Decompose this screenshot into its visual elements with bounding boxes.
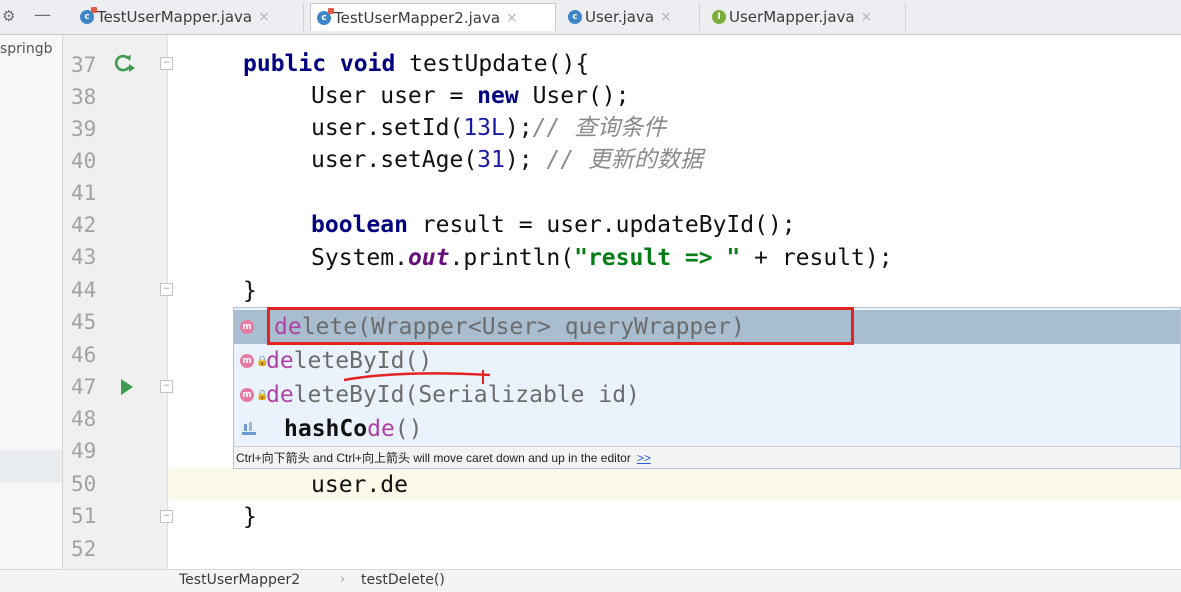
code-text: User(); (532, 83, 630, 109)
number-literal: 13L (463, 115, 505, 141)
code-line-40[interactable]: user.setAge(31); // 更新的数据 (311, 144, 703, 176)
run-icon[interactable] (119, 377, 135, 397)
line-number: 49 (71, 439, 97, 463)
tab-label: TestUserMapper.java (97, 8, 253, 26)
line-number: 51 (71, 504, 97, 528)
lock-icon: 🔒 (256, 355, 269, 367)
completion-hint: Ctrl+向下箭头 and Ctrl+向上箭头 will move caret … (234, 446, 1180, 468)
tab-test-user-mapper2[interactable]: c TestUserMapper2.java × (310, 3, 556, 31)
code-text: ); (504, 115, 533, 141)
code-text: testUpdate(){ (409, 51, 590, 77)
fold-marker-icon[interactable]: − (160, 510, 173, 523)
code-text: result = user.updateById(); (421, 212, 796, 238)
code-line-50[interactable]: user.de (311, 469, 408, 501)
gear-icon[interactable]: ⚙ (2, 7, 15, 25)
string-literal: "result => " (574, 245, 741, 271)
match-prefix: de (266, 348, 294, 374)
method-icon: m (240, 388, 254, 402)
tool-window-controls: ⚙ — (0, 0, 62, 34)
code-line-42[interactable]: boolean result = user.updateById(); (311, 209, 796, 241)
editor-gutter: 37 38 39 40 41 42 43 44 45 46 47 48 49 5… (63, 35, 168, 569)
line-number: 42 (71, 213, 97, 237)
fold-marker-icon[interactable]: − (160, 380, 173, 393)
breadcrumb-method[interactable]: testDelete() (361, 572, 445, 588)
minimize-icon[interactable]: — (34, 5, 51, 25)
class-icon: c (568, 10, 582, 24)
line-number: 52 (71, 537, 97, 561)
code-line-39[interactable]: user.setId(13L);// 查询条件 (311, 112, 666, 144)
hint-text: Ctrl+向下箭头 and Ctrl+向上箭头 will move caret … (236, 451, 631, 465)
line-number: 38 (71, 85, 97, 109)
annotation-underline (343, 370, 491, 384)
code-line-37[interactable]: public void testUpdate(){ (243, 48, 589, 80)
close-icon[interactable]: × (660, 9, 672, 25)
breadcrumb: TestUserMapper2 › testDelete() (0, 569, 1181, 592)
tab-label: User.java (585, 8, 655, 26)
match-prefix: de (367, 416, 395, 442)
tab-test-user-mapper[interactable]: c TestUserMapper.java × (74, 3, 304, 31)
close-icon[interactable]: × (506, 10, 518, 26)
chevron-right-icon: › (340, 572, 346, 587)
completion-text: hashCo (284, 416, 368, 442)
project-label[interactable]: springb (0, 41, 62, 57)
fold-marker-icon[interactable]: − (160, 57, 173, 70)
tab-label: TestUserMapper2.java (334, 8, 501, 27)
code-comment: // 查询条件 (532, 115, 667, 141)
line-number: 47 (71, 375, 97, 399)
line-number: 40 (71, 149, 97, 173)
method-icon: m (240, 320, 254, 334)
line-number: 39 (71, 117, 97, 141)
keyword: boolean (311, 212, 422, 238)
code-comment: // 更新的数据 (546, 147, 703, 173)
class-icon: c (80, 7, 97, 24)
tab-user[interactable]: c User.java × (562, 3, 700, 31)
code-text: user.setId( (311, 115, 464, 141)
close-icon[interactable]: × (258, 9, 270, 25)
code-text: .println( (449, 245, 575, 271)
project-panel: springb (0, 35, 63, 569)
code-text: + result); (740, 245, 893, 271)
annotation-highlight-box (267, 307, 854, 345)
line-number: 41 (71, 181, 97, 205)
tab-label: UserMapper.java (729, 8, 855, 26)
breadcrumb-class[interactable]: TestUserMapper2 (179, 572, 300, 588)
current-line-highlight (63, 468, 1181, 500)
lock-icon: 🔒 (256, 389, 269, 401)
tab-user-mapper[interactable]: I UserMapper.java × (706, 3, 906, 31)
code-text: System. (311, 245, 408, 271)
code-text: user.setAge( (311, 147, 478, 173)
run-test-icon[interactable] (112, 53, 136, 75)
number-literal: 31 (477, 147, 505, 173)
fold-marker-icon[interactable]: − (160, 283, 173, 296)
code-text: ); (504, 147, 547, 173)
close-icon[interactable]: × (861, 9, 873, 25)
line-number: 44 (71, 278, 97, 302)
java-icon (242, 422, 256, 435)
completion-item[interactable]: hashCode() (234, 412, 1180, 446)
completion-text: () (394, 416, 423, 442)
keyword: new (477, 83, 533, 109)
line-number: 37 (71, 53, 97, 77)
match-prefix: de (266, 382, 294, 408)
static-field: out (407, 245, 450, 271)
code-text: User user = (311, 83, 478, 109)
editor-tab-bar: ⚙ — c TestUserMapper.java × c TestUserMa… (0, 0, 1181, 35)
line-number: 50 (71, 472, 97, 496)
code-line-51[interactable]: } (243, 501, 257, 533)
code-line-38[interactable]: User user = new User(); (311, 80, 630, 112)
line-number: 45 (71, 310, 97, 334)
line-number: 48 (71, 407, 97, 431)
code-line-43[interactable]: System.out.println("result => " + result… (311, 242, 893, 274)
hint-link[interactable]: >> (637, 451, 651, 465)
class-icon: c (317, 7, 334, 25)
project-selected-row (0, 450, 62, 483)
line-number: 46 (71, 343, 97, 367)
line-number: 43 (71, 245, 97, 269)
code-line-44[interactable]: } (243, 275, 257, 307)
keyword: public void (243, 51, 410, 77)
interface-icon: I (712, 10, 726, 24)
method-icon: m (240, 354, 254, 368)
